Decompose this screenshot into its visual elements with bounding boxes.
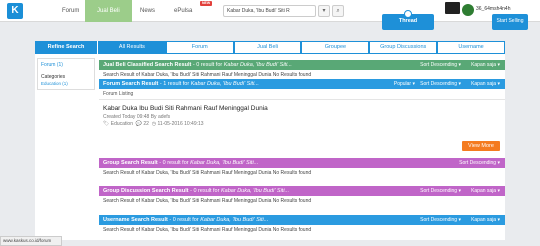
group-count: - 0 result for bbox=[157, 160, 191, 166]
refine-panel: Forum (1) Categories Education (1) bbox=[37, 58, 95, 90]
forum-header: Forum Search Result - 1 result for Kabar… bbox=[99, 79, 505, 89]
jualbeli-time-label: Kapan saja bbox=[471, 62, 497, 68]
search-input[interactable]: Kabar Duka, 'Ibu Budi' Siti R bbox=[223, 5, 316, 17]
kaskus-logo[interactable]: K bbox=[7, 3, 23, 19]
tab-jual-beli[interactable]: Jual Beli bbox=[233, 41, 302, 54]
jualbeli-section: Jual Beli Classified Search Result - 0 r… bbox=[99, 60, 505, 80]
groupdisc-header: Group Discussion Search Result - 0 resul… bbox=[99, 186, 505, 196]
group-query: Kabar Duka, 'Ibu Budi' Siti... bbox=[190, 160, 259, 166]
pencil-icon bbox=[404, 10, 412, 18]
nav-jual-beli[interactable]: Jual Beli bbox=[85, 0, 132, 22]
username-sort-label: Sort Descending bbox=[420, 217, 458, 223]
forum-listing-label: Forum Listing bbox=[99, 89, 505, 100]
forum-popular-label: Popular bbox=[393, 81, 412, 87]
forum-time-label: Kapan saja bbox=[471, 81, 497, 87]
avatar[interactable] bbox=[462, 4, 474, 16]
groupdisc-sort-dropdown[interactable]: Sort Descending ▾ bbox=[420, 186, 461, 196]
groupdisc-query: Kabar Duka, 'Ibu Budi' Siti... bbox=[220, 188, 290, 194]
promo-banner[interactable] bbox=[445, 2, 460, 14]
comment-icon: 💬 bbox=[135, 121, 143, 127]
thread-created: Created Today 09:48 By adefs bbox=[103, 114, 171, 120]
view-more-button[interactable]: View More bbox=[462, 141, 500, 151]
username-count: - 0 result for bbox=[167, 217, 201, 223]
forum-sort-dropdown[interactable]: Sort Descending ▾ bbox=[420, 79, 461, 89]
nav-forum[interactable]: Forum bbox=[62, 0, 79, 22]
forum-title: Forum Search Result bbox=[103, 81, 159, 87]
search-icon[interactable]: ⌕ bbox=[332, 5, 344, 17]
tab-groupee[interactable]: Groupee bbox=[301, 41, 370, 54]
thread-meta: 🏷 Education 💬 22 ◷ 11-05-2016 10:49:13 bbox=[103, 121, 204, 127]
tab-username[interactable]: Username bbox=[437, 41, 505, 54]
username[interactable]: 36_64msh4n4h bbox=[476, 6, 510, 12]
group-section: Group Search Result - 0 result for Kabar… bbox=[99, 158, 505, 178]
tag-icon: 🏷 bbox=[103, 121, 110, 127]
group-sort-label: Sort Descending bbox=[459, 160, 497, 166]
forum-time-dropdown[interactable]: Kapan saja ▾ bbox=[471, 79, 500, 89]
create-thread-button[interactable]: Thread bbox=[382, 10, 434, 30]
result-tabs: All Results Forum Jual Beli Groupee Grou… bbox=[98, 41, 505, 54]
jualbeli-sort-dropdown[interactable]: Sort Descending ▾ bbox=[420, 60, 461, 70]
username-section: Username Search Result - 0 result for Ka… bbox=[99, 215, 505, 235]
username-time-dropdown[interactable]: Kapan saja ▾ bbox=[471, 215, 500, 225]
tab-all-results[interactable]: All Results bbox=[98, 41, 166, 54]
groupdisc-sort-label: Sort Descending bbox=[420, 188, 458, 194]
nav-epulsa[interactable]: ePulsa bbox=[174, 0, 192, 22]
username-sort-dropdown[interactable]: Sort Descending ▾ bbox=[420, 215, 461, 225]
group-title: Group Search Result bbox=[103, 160, 158, 166]
nav-news[interactable]: News bbox=[140, 0, 155, 22]
forum-sort-label: Sort Descending bbox=[420, 81, 458, 87]
thread-replies: 22 bbox=[143, 121, 149, 127]
clock-icon: ◷ bbox=[151, 121, 157, 127]
refine-forum-link[interactable]: Forum (1) bbox=[41, 62, 63, 68]
forum-popular-dropdown[interactable]: Popular ▾ bbox=[394, 79, 415, 89]
jualbeli-time-dropdown[interactable]: Kapan saja ▾ bbox=[471, 60, 500, 70]
username-query: Kabar Duka, 'Ibu Budi' Siti... bbox=[200, 217, 269, 223]
refine-categories-label: Categories bbox=[41, 74, 66, 80]
groupdisc-time-dropdown[interactable]: Kapan saja ▾ bbox=[471, 186, 500, 196]
thread-date: 11-05-2016 10:49:13 bbox=[157, 121, 204, 127]
username-title: Username Search Result bbox=[103, 217, 168, 223]
forum-section: Forum Search Result - 1 result for Kabar… bbox=[99, 79, 505, 100]
forum-query: Kabar Duka, 'Ibu Budi' Siti... bbox=[190, 81, 259, 87]
group-header: Group Search Result - 0 result for Kabar… bbox=[99, 158, 505, 168]
browser-status-bar: www.kaskus.co.id/forum bbox=[0, 236, 62, 246]
groupdisc-note: Search Result of Kabar Duka, 'Ibu Budi' … bbox=[103, 198, 312, 204]
tab-group-discussions[interactable]: Group Discussions bbox=[369, 41, 438, 54]
thread-title-link[interactable]: Kabar Duka Ibu Budi Siti Rahmani Rauf Me… bbox=[103, 105, 268, 112]
jualbeli-title: Jual Beli Classified Search Result bbox=[103, 62, 192, 68]
refine-education-link[interactable]: Education (1) bbox=[41, 81, 68, 86]
new-badge: NEW bbox=[200, 1, 213, 6]
jualbeli-count: - 0 result for bbox=[191, 62, 224, 68]
thread-category[interactable]: Education bbox=[111, 121, 133, 127]
username-time-label: Kapan saja bbox=[471, 217, 497, 223]
search-options-icon[interactable]: ▾ bbox=[318, 5, 330, 17]
groupdisc-title: Group Discussion Search Result bbox=[103, 188, 189, 194]
top-navbar: K Forum Jual Beli News ePulsa NEW Kabar … bbox=[0, 0, 540, 22]
group-note: Search Result of Kabar Duka, 'Ibu Budi' … bbox=[103, 170, 312, 176]
groupdisc-time-label: Kapan saja bbox=[471, 188, 497, 194]
jualbeli-header: Jual Beli Classified Search Result - 0 r… bbox=[99, 60, 505, 70]
thread-button-label: Thread bbox=[398, 18, 418, 24]
tab-forum[interactable]: Forum bbox=[165, 41, 234, 54]
username-header: Username Search Result - 0 result for Ka… bbox=[99, 215, 505, 225]
group-sort-dropdown[interactable]: Sort Descending ▾ bbox=[459, 158, 500, 168]
groupdisc-count: - 0 result for bbox=[188, 188, 221, 194]
refine-search-button[interactable]: Refine Search bbox=[35, 41, 97, 54]
start-selling-button[interactable]: Start Selling bbox=[492, 14, 528, 30]
groupdisc-section: Group Discussion Search Result - 0 resul… bbox=[99, 186, 505, 206]
forum-count: - 1 result for bbox=[158, 81, 191, 87]
jualbeli-query: Kabar Duka, 'Ibu Budi' Siti... bbox=[223, 62, 292, 68]
jualbeli-sort-label: Sort Descending bbox=[420, 62, 458, 68]
username-note: Search Result of Kabar Duka, 'Ibu Budi' … bbox=[103, 227, 312, 233]
